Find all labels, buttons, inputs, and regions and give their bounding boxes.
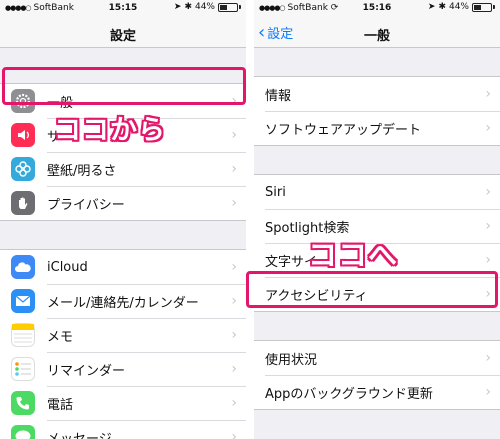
annotation-to-here: ココへ (308, 238, 399, 272)
chevron-right-icon: › (485, 252, 491, 268)
settings-item-messages[interactable]: メッセージ › (0, 420, 246, 439)
settings-item-label: 電話 (47, 397, 74, 413)
settings-item-privacy[interactable]: プライバシー › (0, 186, 246, 220)
status-bar: ●●●●○ SoftBank 15:15 ➤ ✱ 44% (0, 0, 246, 17)
battery-icon (218, 2, 238, 12)
settings-group-2: iCloud › メール/連絡先/カレンダー › メモ › リマインダー › 電… (0, 249, 246, 439)
settings-screen: ●●●●○SoftBank 15:15 ➤ ✱ 44% 設定 一般 › サ › (0, 0, 246, 439)
status-bar: ●●●●○ SoftBank ⟳ 15:16 ➤ ✱ 44% (254, 0, 500, 17)
battery-percent: 44% (448, 2, 469, 12)
location-icon: ➤ (173, 2, 182, 12)
page-title: 設定 (109, 29, 136, 44)
settings-item-reminders[interactable]: リマインダー › (0, 352, 246, 386)
general-item-siri[interactable]: Siri › (254, 175, 500, 209)
chevron-right-icon: › (231, 429, 237, 439)
general-group-1: 情報 › ソフトウェアアップデート › (254, 76, 500, 146)
bluetooth-icon: ✱ (438, 2, 446, 12)
settings-item-label: 壁紙/明るさ (47, 163, 117, 179)
battery-percent: 44% (194, 2, 215, 12)
flower-icon (11, 157, 35, 181)
battery-icon (472, 2, 492, 12)
general-item-background-refresh[interactable]: Appのバックグラウンド更新 › (254, 375, 500, 409)
nav-bar: ‹ 設定 一般 (254, 17, 500, 48)
envelope-icon (11, 289, 35, 313)
general-item-about[interactable]: 情報 › (254, 77, 500, 111)
settings-item-label: プライバシー (47, 197, 125, 213)
annotation-from-here: ココから (54, 115, 166, 146)
nav-bar: 設定 (0, 17, 246, 48)
chevron-right-icon: › (231, 327, 237, 343)
settings-item-label: リマインダー (47, 363, 126, 379)
settings-item-label: メッセージ (47, 431, 112, 439)
chevron-right-icon: › (485, 350, 491, 366)
chevron-right-icon: › (485, 184, 491, 200)
chevron-right-icon: › (231, 361, 237, 377)
general-item-label: 情報 (265, 88, 292, 104)
general-screen: ●●●●○ SoftBank ⟳ 15:16 ➤ ✱ 44% ‹ 設定 一般 情報… (254, 0, 500, 439)
chevron-right-icon: › (231, 195, 237, 211)
notes-icon (11, 323, 35, 347)
general-item-label: ソフトウェアアップデート (265, 122, 422, 138)
settings-item-phone[interactable]: 電話 › (0, 386, 246, 420)
chevron-right-icon: › (231, 161, 237, 177)
reminders-icon (11, 357, 35, 381)
settings-item-icloud[interactable]: iCloud › (0, 250, 246, 284)
settings-item-label: iCloud (47, 259, 88, 275)
message-icon (11, 425, 35, 439)
highlight-box-general (2, 67, 246, 105)
speaker-icon (11, 123, 35, 147)
location-icon: ➤ (427, 2, 436, 12)
settings-item-wallpaper[interactable]: 壁紙/明るさ › (0, 152, 246, 186)
chevron-right-icon: › (231, 127, 237, 143)
general-item-label: Siri (265, 184, 286, 200)
general-item-label: Appのバックグラウンド更新 (265, 386, 433, 402)
page-title: 一般 (363, 29, 390, 44)
settings-item-mail[interactable]: メール/連絡先/カレンダー › (0, 284, 246, 318)
general-item-software-update[interactable]: ソフトウェアアップデート › (254, 111, 500, 145)
highlight-box-accessibility (246, 271, 498, 308)
cloud-icon (11, 255, 35, 279)
general-item-label: 使用状況 (265, 352, 318, 368)
general-group-3: 使用状況 › Appのバックグラウンド更新 › (254, 340, 500, 410)
settings-item-label: メモ (47, 329, 74, 345)
chevron-right-icon: › (485, 86, 491, 102)
hand-icon (11, 191, 35, 215)
chevron-right-icon: › (485, 120, 491, 136)
phone-icon (11, 391, 35, 415)
general-item-usage[interactable]: 使用状況 › (254, 341, 500, 375)
settings-item-label: メール/連絡先/カレンダー (47, 295, 199, 311)
settings-item-notes[interactable]: メモ › (0, 318, 246, 352)
chevron-right-icon: › (231, 293, 237, 309)
chevron-right-icon: › (485, 218, 491, 234)
chevron-right-icon: › (231, 259, 237, 275)
bluetooth-icon: ✱ (184, 2, 192, 12)
chevron-right-icon: › (485, 384, 491, 400)
chevron-right-icon: › (231, 395, 237, 411)
